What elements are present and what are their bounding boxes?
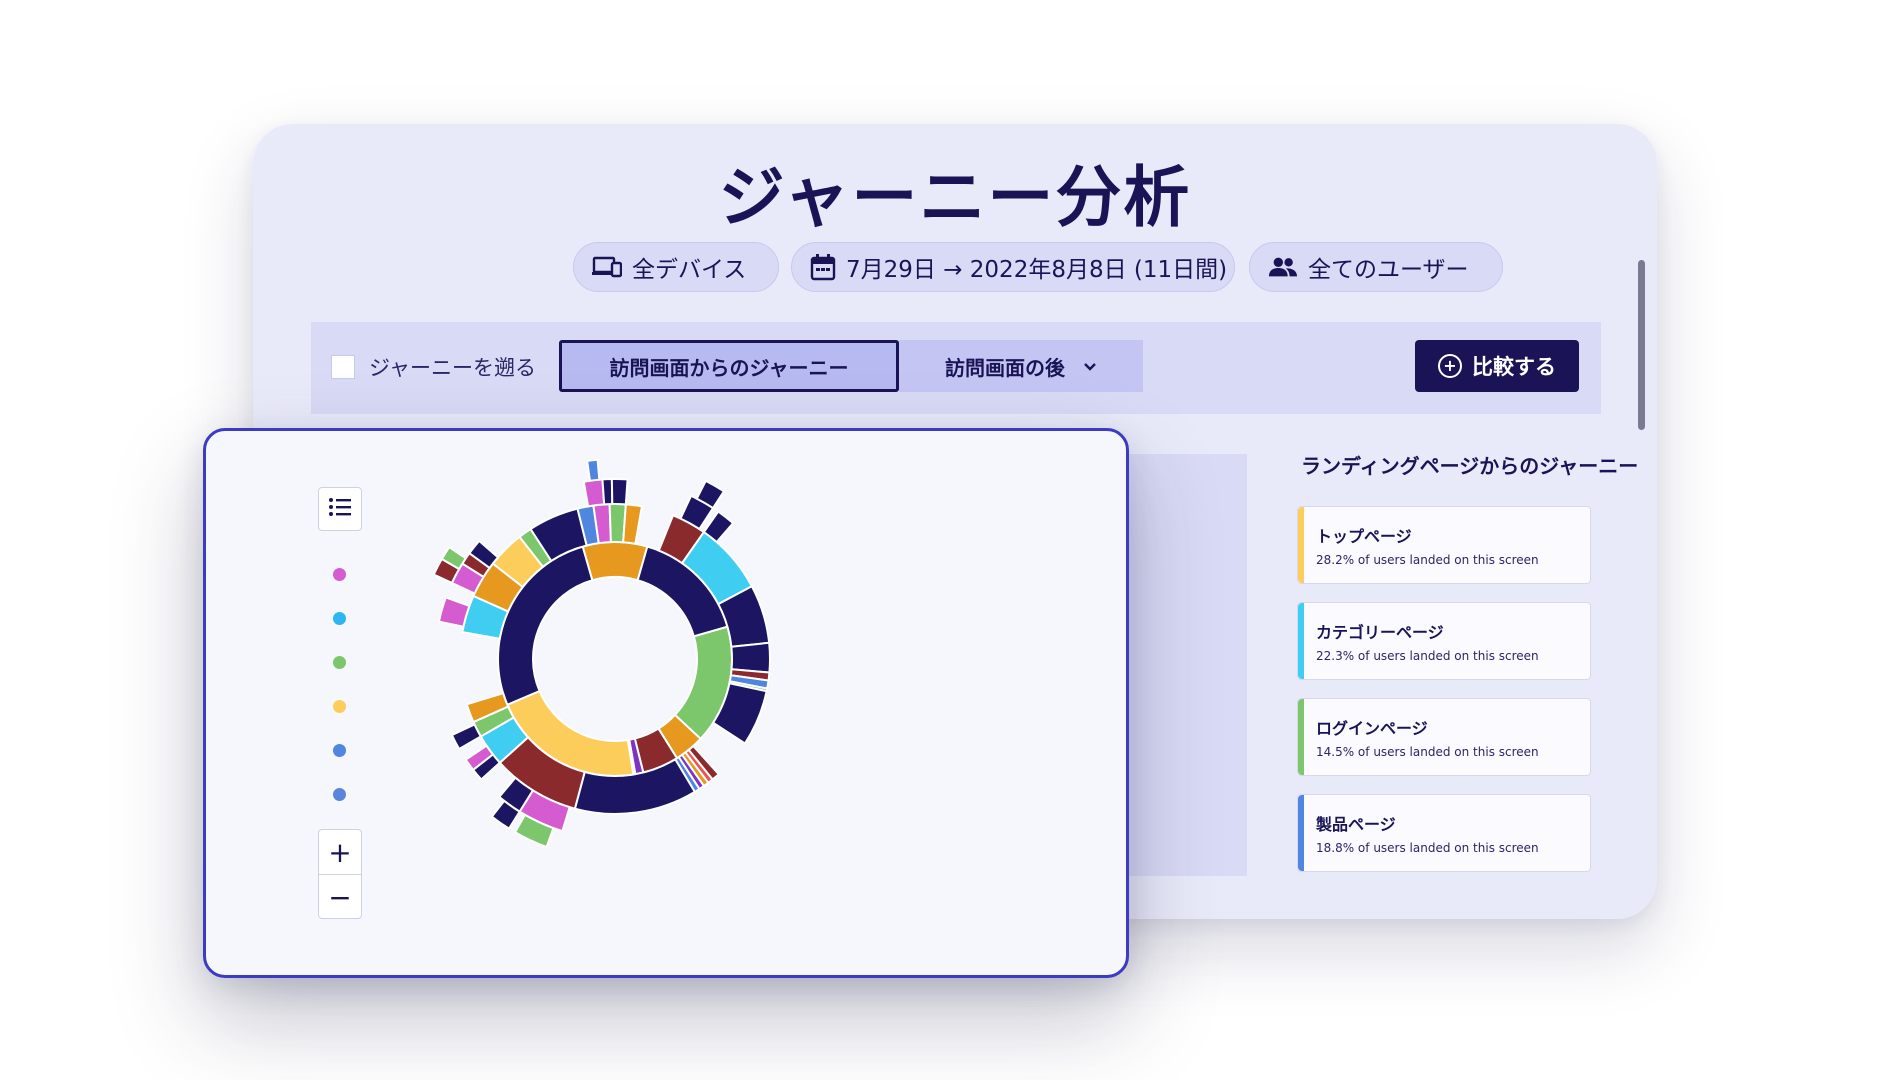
segment-after-label: 訪問画面の後 [945, 355, 1065, 380]
chart-background [1111, 454, 1247, 876]
calendar-icon [810, 253, 836, 281]
users-icon [1268, 253, 1298, 281]
landing-card-name: トップページ [1316, 527, 1412, 546]
plus-icon: + [328, 835, 352, 869]
landing-card-name: ログインページ [1316, 719, 1428, 738]
users-filter[interactable]: 全てのユーザー [1249, 242, 1503, 292]
landing-card-desc: 18.8% of users landed on this screen [1316, 841, 1539, 855]
sunburst-segment[interactable] [622, 503, 644, 545]
sunburst-segment[interactable] [581, 541, 649, 582]
landing-card[interactable]: ログインページ 14.5% of users landed on this sc… [1297, 698, 1591, 776]
zoom-out-button[interactable]: − [319, 875, 361, 919]
page-title: ジャーニー分析 [718, 159, 1192, 236]
date-range-label: 7月29日 → 2022年8月8日 (11日間) [846, 257, 1228, 283]
compare-button-label: 比較する [1472, 355, 1556, 379]
sunburst-segment[interactable] [601, 478, 614, 506]
landing-card-name: 製品ページ [1316, 815, 1396, 834]
segment-from-visited-screen[interactable]: 訪問画面からのジャーニー [559, 340, 899, 392]
minus-icon: − [328, 880, 352, 914]
devices-filter[interactable]: 全デバイス [573, 242, 779, 292]
sunburst-segment[interactable] [582, 478, 606, 508]
plus-circle-icon: + [1438, 354, 1462, 378]
landing-card[interactable]: カテゴリーページ 22.3% of users landed on this s… [1297, 602, 1591, 680]
landing-card-desc: 22.3% of users landed on this screen [1316, 649, 1539, 663]
chevron-down-icon [1083, 357, 1097, 376]
trace-back-option[interactable]: ジャーニーを遡る [331, 352, 536, 382]
sunburst-segment[interactable] [610, 478, 629, 506]
zoom-in-button[interactable]: + [319, 830, 361, 875]
landing-card-desc: 28.2% of users landed on this screen [1316, 553, 1539, 567]
card-color-stripe [1298, 603, 1304, 679]
compare-button[interactable]: + 比較する [1415, 340, 1579, 392]
segment-after-visited-screen[interactable]: 訪問画面の後 [899, 340, 1143, 392]
trace-back-checkbox[interactable] [331, 355, 355, 379]
landing-card-name: カテゴリーページ [1316, 623, 1444, 642]
landing-card[interactable]: 製品ページ 18.8% of users landed on this scre… [1297, 794, 1591, 872]
landing-card-desc: 14.5% of users landed on this screen [1316, 745, 1539, 759]
card-color-stripe [1298, 795, 1304, 871]
devices-icon [592, 253, 622, 281]
journey-toolbar: ジャーニーを遡る 訪問画面からのジャーニー 訪問画面の後 + 比較する [311, 322, 1601, 414]
sunburst-segment[interactable] [450, 723, 483, 751]
card-color-stripe [1298, 507, 1304, 583]
landing-journey-title: ランディングページからのジャーニー [1301, 454, 1639, 478]
devices-filter-label: 全デバイス [632, 257, 747, 283]
zoom-controls: + − [318, 829, 362, 919]
sunburst-chart-card: + − [203, 428, 1129, 978]
sunburst-segment[interactable] [437, 596, 471, 628]
sunburst-segment[interactable] [586, 458, 601, 482]
scrollbar[interactable] [1638, 260, 1645, 430]
sunburst-segment[interactable] [730, 641, 771, 674]
date-range-filter[interactable]: 7月29日 → 2022年8月8日 (11日間) [791, 242, 1235, 292]
landing-card[interactable]: トップページ 28.2% of users landed on this scr… [1297, 506, 1591, 584]
filter-bar: 全デバイス 7月29日 → 2022年8月8日 (11日間) 全てのユーザー [253, 242, 1657, 294]
card-color-stripe [1298, 699, 1304, 775]
trace-back-label: ジャーニーを遡る [369, 356, 536, 380]
users-filter-label: 全てのユーザー [1308, 257, 1469, 283]
